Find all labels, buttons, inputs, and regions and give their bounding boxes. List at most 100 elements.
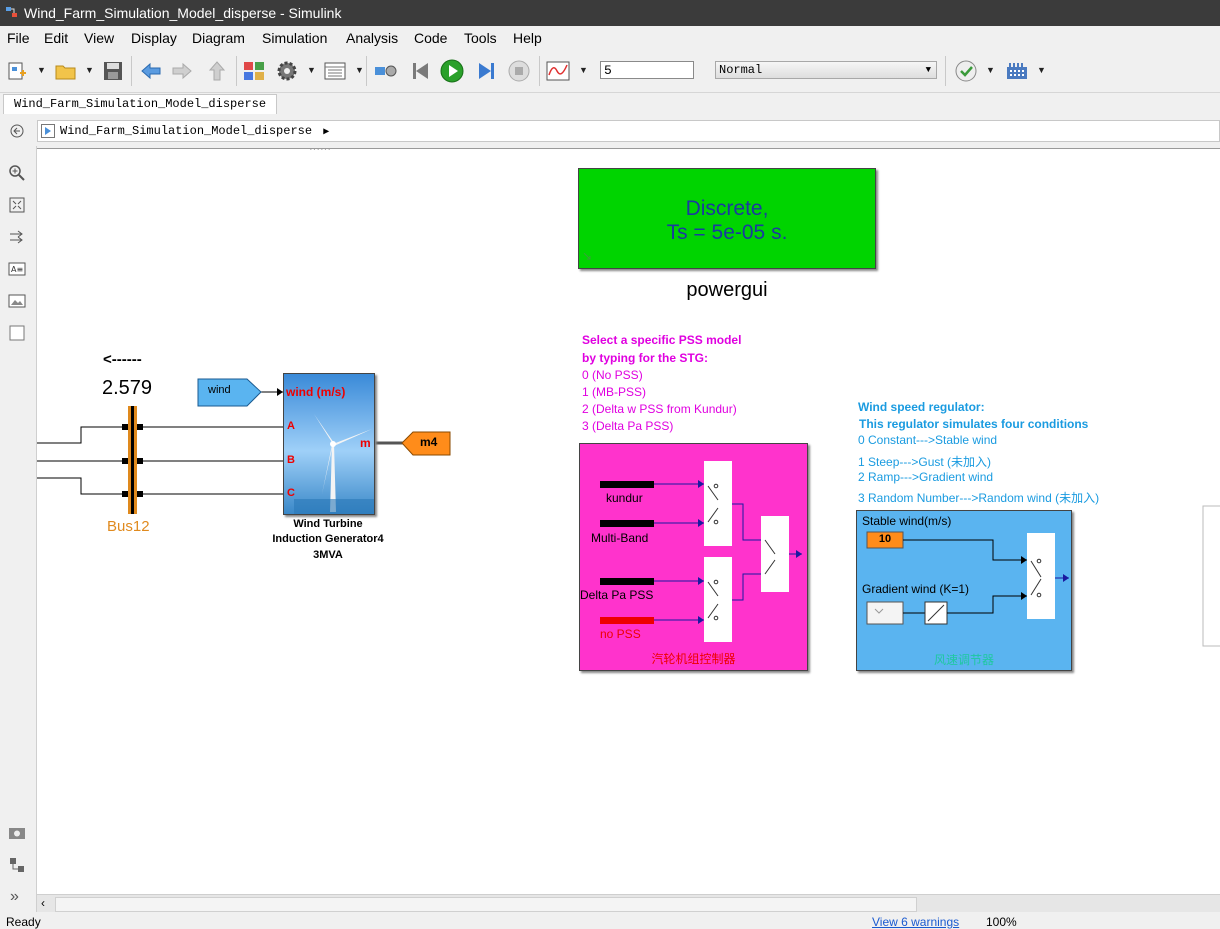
left-palette: A≡ » xyxy=(0,146,37,912)
screenshot-icon[interactable] xyxy=(8,824,26,842)
svg-text:A≡: A≡ xyxy=(11,265,23,274)
chevron-down-icon: ▼ xyxy=(925,65,931,75)
image-icon[interactable] xyxy=(8,292,26,310)
back-arrow-icon[interactable] xyxy=(139,59,163,83)
annotation-icon[interactable]: A≡ xyxy=(8,260,26,278)
wind-turbine-block[interactable]: wind (m/s) A B C m xyxy=(283,373,375,515)
wind-turbine-icon xyxy=(294,414,374,514)
scope-icon[interactable] xyxy=(546,59,570,83)
wind-constant-value: 10 xyxy=(878,533,892,545)
chevron-right-icon[interactable]: ▶ xyxy=(323,127,329,138)
step-back-icon[interactable] xyxy=(409,59,433,83)
bus-value-label: 2.579 xyxy=(102,377,153,399)
bus-port xyxy=(137,491,143,497)
bus12-block[interactable] xyxy=(128,406,137,514)
hide-browser-icon[interactable] xyxy=(9,123,25,139)
bus-port xyxy=(137,424,143,430)
new-dropdown-icon[interactable]: ▼ xyxy=(37,65,46,75)
bus-arrow-label: <------ xyxy=(103,351,142,368)
up-arrow-icon[interactable] xyxy=(205,59,229,83)
build-icon[interactable] xyxy=(1005,59,1029,83)
menu-analysis[interactable]: Analysis xyxy=(346,30,398,46)
scrollbar-thumb[interactable] xyxy=(55,897,917,912)
forward-arrow-icon[interactable] xyxy=(170,59,194,83)
model-canvas[interactable]: ······ Discrete, Ts = 5e-05 s. ↘ powergu… xyxy=(37,148,1220,895)
bus-port xyxy=(122,424,128,430)
library-browser-icon[interactable] xyxy=(242,59,266,83)
bus-bar-core xyxy=(131,406,134,514)
check-icon[interactable] xyxy=(954,59,978,83)
bus-port xyxy=(137,458,143,464)
simulation-mode-select[interactable]: Normal ▼ xyxy=(715,61,937,79)
turbine-name-line3: 3MVA xyxy=(313,549,343,561)
pss-note-line6: 3 (Delta Pa PSS) xyxy=(582,419,674,433)
model-explorer-icon[interactable] xyxy=(323,59,347,83)
pss-label-deltapa: Delta Pa PSS xyxy=(580,588,654,602)
bus12-name: Bus12 xyxy=(107,518,150,535)
wind-note-line2: This regulator simulates four conditions xyxy=(859,417,1089,431)
route-lines-icon[interactable] xyxy=(8,228,26,246)
menu-bar: File Edit View Display Diagram Simulatio… xyxy=(0,26,1220,50)
scroll-left-icon[interactable]: ‹ xyxy=(41,896,45,910)
horizontal-scrollbar[interactable]: ‹ xyxy=(37,894,1220,913)
powergui-block[interactable]: Discrete, Ts = 5e-05 s. ↘ xyxy=(578,168,876,269)
menu-edit[interactable]: Edit xyxy=(44,30,68,46)
model-advisor-icon[interactable] xyxy=(374,59,398,83)
zoom-level: 100% xyxy=(986,915,1017,929)
fit-view-icon[interactable] xyxy=(8,196,26,214)
pss-controller-name: 汽轮机组控制器 xyxy=(651,652,736,666)
settings-dropdown-icon[interactable]: ▼ xyxy=(307,65,316,75)
step-forward-icon[interactable] xyxy=(474,59,498,83)
menu-diagram[interactable]: Diagram xyxy=(192,30,245,46)
wind-note-line1: Wind speed regulator: xyxy=(858,400,985,414)
stop-icon[interactable] xyxy=(507,59,531,83)
zoom-in-icon[interactable] xyxy=(8,164,26,182)
open-dropdown-icon[interactable]: ▼ xyxy=(85,65,94,75)
bus-port xyxy=(122,458,128,464)
powergui-name: powergui xyxy=(686,279,768,301)
breadcrumb: Wind_Farm_Simulation_Model_disperse ▶ xyxy=(37,120,1220,142)
pss-controller-block[interactable]: kundur Multi-Band Delta Pa PSS no PSS 汽轮… xyxy=(579,443,808,671)
turbine-port-c: C xyxy=(287,487,295,499)
stop-time-input[interactable]: 5 xyxy=(600,61,694,79)
gear-icon[interactable] xyxy=(275,59,299,83)
new-model-icon[interactable] xyxy=(6,59,30,83)
breadcrumb-model[interactable]: Wind_Farm_Simulation_Model_disperse xyxy=(60,124,312,138)
menu-view[interactable]: View xyxy=(84,30,114,46)
wind-tag-label: wind xyxy=(208,384,231,396)
bus-port xyxy=(122,491,128,497)
wind-speed-regulator-block[interactable]: Stable wind(m/s) 10 Gradient wind (K=1) … xyxy=(856,510,1072,671)
tab-model[interactable]: Wind_Farm_Simulation_Model_disperse xyxy=(3,94,278,114)
simulink-app-icon xyxy=(6,7,17,17)
turbine-port-a: A xyxy=(287,420,295,432)
menu-help[interactable]: Help xyxy=(513,30,542,46)
wind-label-gradient: Gradient wind (K=1) xyxy=(862,582,970,596)
title-bar: Wind_Farm_Simulation_Model_disperse - Si… xyxy=(0,0,1220,26)
toolbar-separator xyxy=(539,56,540,86)
turbine-port-m: m xyxy=(360,436,371,450)
pss-label-kundur: kundur xyxy=(606,491,643,505)
toolbar-separator xyxy=(131,56,132,86)
model-browser-icon[interactable] xyxy=(8,856,26,874)
wind-note-line3: 0 Constant--->Stable wind xyxy=(858,433,998,447)
status-text: Ready xyxy=(6,915,41,929)
menu-code[interactable]: Code xyxy=(414,30,447,46)
warnings-link[interactable]: View 6 warnings xyxy=(872,915,959,929)
save-icon[interactable] xyxy=(101,59,125,83)
scope-dropdown-icon[interactable]: ▼ xyxy=(579,65,588,75)
link-icon: ↘ xyxy=(582,249,593,263)
build-dropdown-icon[interactable]: ▼ xyxy=(1037,65,1046,75)
m4-tag-label: m4 xyxy=(420,435,438,449)
explorer-dropdown-icon[interactable]: ▼ xyxy=(355,65,364,75)
pss-note-line2: by typing for the STG: xyxy=(582,351,708,365)
check-dropdown-icon[interactable]: ▼ xyxy=(986,65,995,75)
run-icon[interactable] xyxy=(440,59,464,83)
menu-tools[interactable]: Tools xyxy=(464,30,497,46)
area-icon[interactable] xyxy=(8,324,26,342)
menu-file[interactable]: File xyxy=(7,30,30,46)
open-folder-icon[interactable] xyxy=(54,59,78,83)
expand-palette-icon[interactable]: » xyxy=(10,888,19,906)
pss-note-line1: Select a specific PSS model xyxy=(582,333,742,347)
menu-display[interactable]: Display xyxy=(131,30,177,46)
menu-simulation[interactable]: Simulation xyxy=(262,30,327,46)
